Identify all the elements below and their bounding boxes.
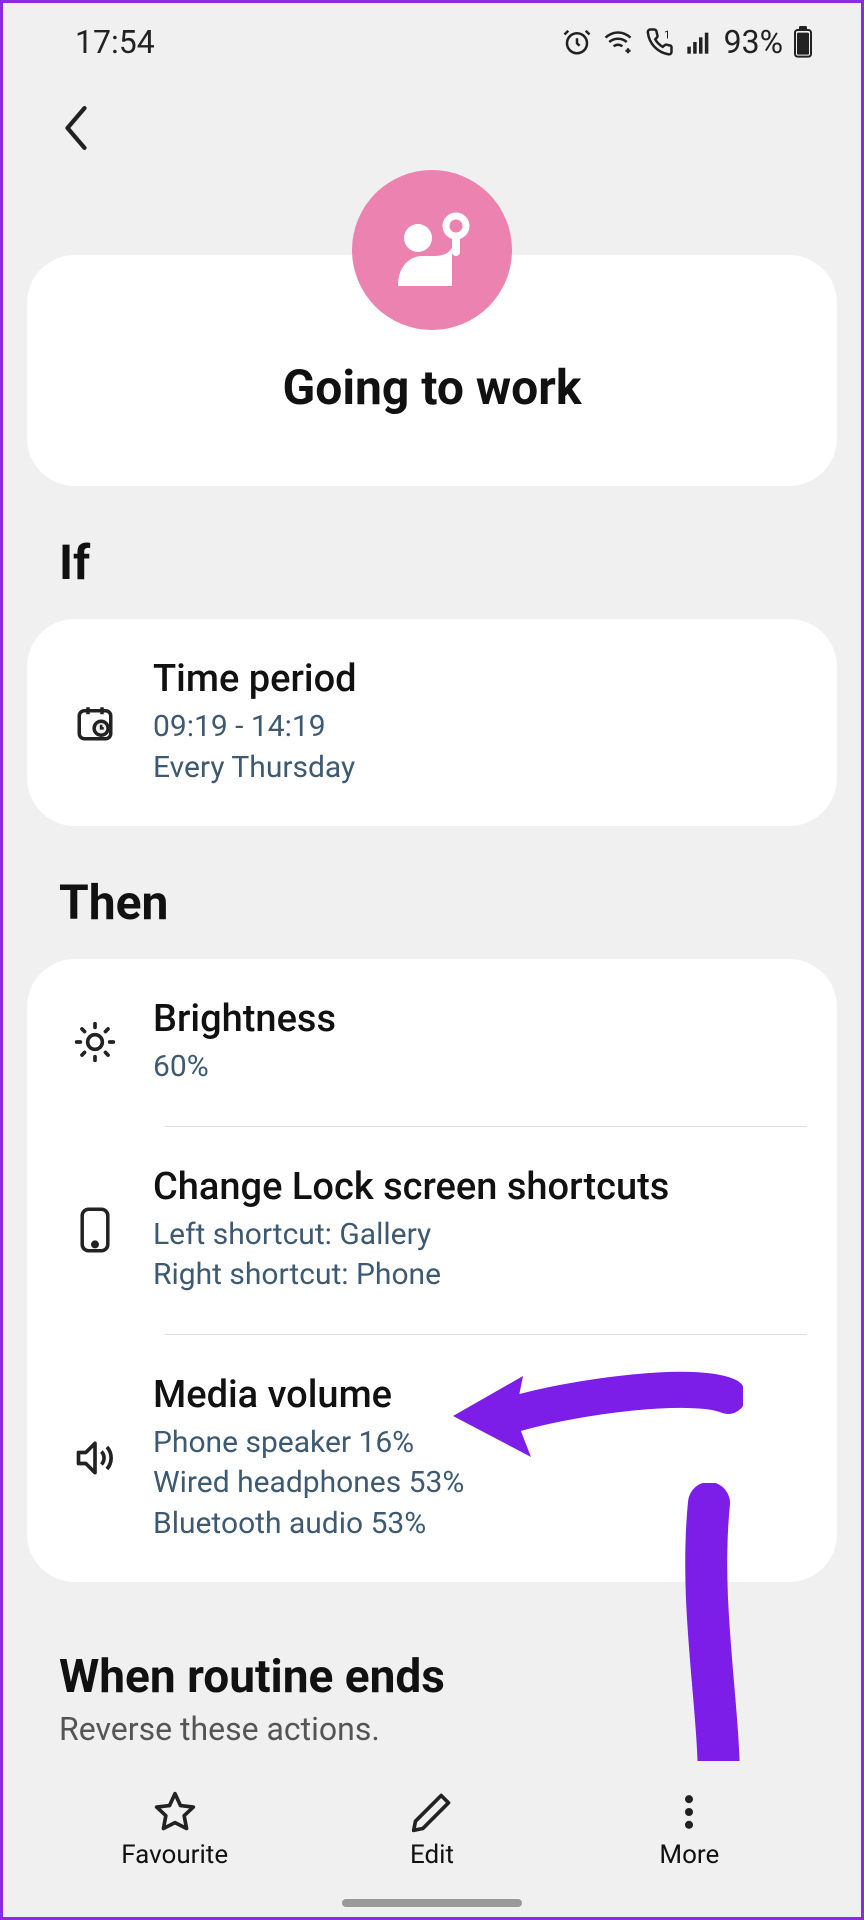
bottom-favourite[interactable]: Favourite [46,1790,303,1870]
routine-title: Going to work [27,359,837,416]
then-brightness-sub: 60% [153,1047,807,1088]
then-row-brightness[interactable]: Brightness 60% [27,959,837,1126]
if-row-sub: 09:19 - 14:19 Every Thursday [153,707,807,788]
pencil-icon [410,1790,454,1834]
bottom-more[interactable]: More [561,1790,818,1870]
routine-ends-sub: Reverse these actions. [3,1710,861,1758]
back-button[interactable] [3,81,861,165]
then-row-media-volume[interactable]: Media volume Phone speaker 16% Wired hea… [27,1335,837,1583]
status-bar: 17:54 1 93% [3,3,861,81]
brightness-icon [73,1020,117,1064]
then-lock-sub: Left shortcut: Gallery Right shortcut: P… [153,1215,807,1296]
status-right: 1 93% [562,23,813,61]
then-card: Brightness 60% Change Lock screen shortc… [27,959,837,1582]
svg-text:1: 1 [664,28,670,41]
more-vertical-icon [667,1790,711,1834]
phone-device-icon [75,1206,115,1254]
if-card: Time period 09:19 - 14:19 Every Thursday [27,619,837,826]
alarm-icon [562,27,592,57]
bottom-more-label: More [659,1840,719,1870]
routine-header-card: Going to work [27,255,837,486]
battery-icon [793,26,813,58]
routine-ends-heading: When routine ends [3,1582,861,1710]
bottom-bar: Favourite Edit More [6,1761,858,1917]
then-row-lock-shortcuts[interactable]: Change Lock screen shortcuts Left shortc… [27,1127,837,1334]
then-volume-title: Media volume [153,1373,807,1417]
section-then-label: Then [3,826,861,959]
bottom-favourite-label: Favourite [121,1840,228,1870]
bottom-edit-label: Edit [410,1840,454,1870]
signal-icon [684,28,714,56]
bottom-edit[interactable]: Edit [303,1790,560,1870]
if-row-title: Time period [153,657,807,701]
status-time: 17:54 [75,23,155,61]
chevron-left-icon [59,101,93,155]
routine-icon [352,170,512,330]
then-volume-sub: Phone speaker 16% Wired headphones 53% B… [153,1423,807,1545]
star-icon [153,1790,197,1834]
call-icon: 1 [644,27,674,57]
nav-indicator [342,1899,522,1907]
volume-icon [72,1436,118,1480]
wifi-icon [602,27,634,57]
battery-text: 93% [724,23,783,61]
calendar-clock-icon [74,702,116,744]
commute-person-icon [382,200,482,300]
section-if-label: If [3,486,861,619]
if-row-time-period[interactable]: Time period 09:19 - 14:19 Every Thursday [27,619,837,826]
then-lock-title: Change Lock screen shortcuts [153,1165,807,1209]
then-brightness-title: Brightness [153,997,807,1041]
